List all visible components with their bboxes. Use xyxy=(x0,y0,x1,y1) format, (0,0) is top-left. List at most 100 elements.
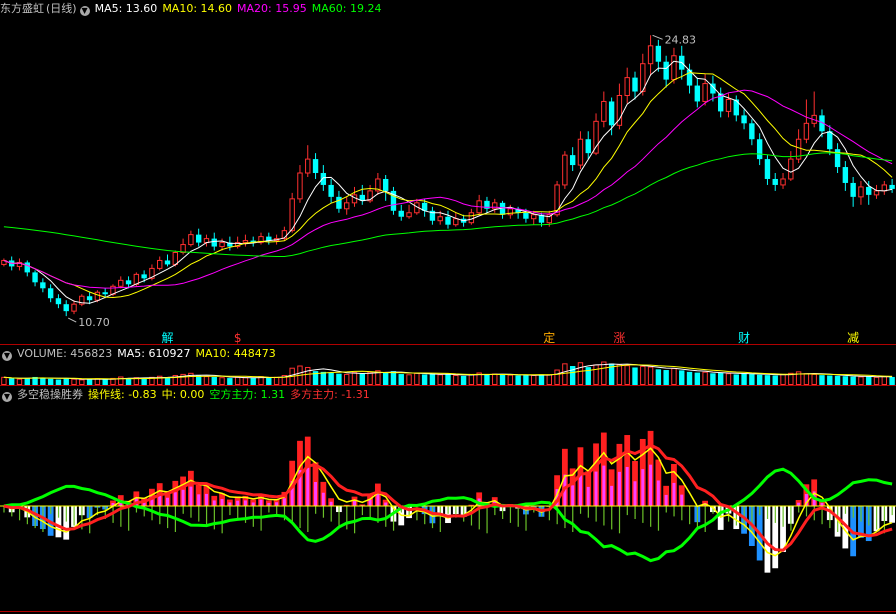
chevron-down-icon[interactable]: ▼ xyxy=(2,392,12,402)
baseline-tick xyxy=(657,506,660,531)
baseline-tick xyxy=(57,506,60,518)
baseline-tick xyxy=(198,506,200,522)
baseline-tick xyxy=(883,506,886,534)
volume-bar xyxy=(40,377,46,385)
volume-bar xyxy=(842,376,849,385)
event-marker: 定 xyxy=(543,330,555,345)
volume-bar xyxy=(273,376,280,386)
candle-body xyxy=(655,45,662,62)
volume-bar xyxy=(858,376,864,386)
baseline-tick xyxy=(392,506,395,531)
candle-body xyxy=(195,234,202,243)
volume-bar xyxy=(1,376,7,386)
baseline-tick xyxy=(611,506,613,530)
volume-bar xyxy=(819,375,825,385)
baseline-tick xyxy=(205,506,208,526)
ma20-line xyxy=(3,89,893,289)
bull-inner-bar xyxy=(586,486,590,506)
baseline-tick xyxy=(634,506,636,519)
baseline-tick xyxy=(665,506,667,513)
volume-bar xyxy=(671,368,677,386)
baseline-tick xyxy=(229,506,231,516)
baseline-tick xyxy=(673,506,675,517)
volume-bar xyxy=(367,371,373,386)
volume-header: ▼ VOLUME: 456823 MA5: 610927 MA10: 448473 xyxy=(0,346,281,362)
baseline-tick xyxy=(852,506,854,518)
period-label: (日线) xyxy=(46,2,77,15)
volume-bar xyxy=(647,366,654,386)
ma10-line xyxy=(3,72,893,299)
event-marker: $ xyxy=(234,331,242,345)
volume-bar xyxy=(515,375,521,385)
candle-body xyxy=(624,77,630,97)
ma60-line xyxy=(3,152,893,257)
baseline-tick xyxy=(790,506,792,531)
volume-bar xyxy=(850,376,856,385)
baseline-tick xyxy=(307,506,309,532)
bull-inner-bar xyxy=(166,497,170,506)
event-marker: 财 xyxy=(738,331,750,345)
volume-bar xyxy=(164,377,171,385)
event-marker: 涨 xyxy=(613,330,625,345)
candle-body xyxy=(211,238,217,247)
volume-bar xyxy=(382,372,389,385)
volume-bar xyxy=(640,365,646,385)
candle-body xyxy=(219,242,225,248)
indicator-header: ▼ 多空稳操胜券 操作线: -0.83 中: 0.00 空方主力: 1.31 多方主力: … xyxy=(0,387,375,403)
volume-bar xyxy=(577,362,584,386)
volume-bar xyxy=(203,376,210,386)
baseline-tick xyxy=(595,506,597,522)
volume-bar xyxy=(663,370,669,385)
volume-bar xyxy=(211,376,217,385)
volume-bar xyxy=(266,377,272,385)
volume-ma10-label: MA10: 448473 xyxy=(195,347,276,360)
baseline-tick xyxy=(798,506,800,513)
candle-body xyxy=(632,77,638,92)
baseline-tick xyxy=(782,506,784,527)
candle-body xyxy=(858,186,864,198)
candle-body xyxy=(702,83,708,102)
baseline-tick xyxy=(650,506,652,527)
candle-body xyxy=(468,212,475,224)
volume-bar xyxy=(834,375,841,385)
baseline-tick xyxy=(221,506,223,534)
candle-body xyxy=(585,139,591,154)
volume-bar xyxy=(453,375,459,385)
baseline-tick xyxy=(844,506,847,514)
candle-body xyxy=(172,252,178,265)
volume-bar xyxy=(756,374,763,385)
candle-body xyxy=(671,55,677,81)
bull-inner-bar xyxy=(353,500,357,506)
bull-inner-bar xyxy=(197,494,201,506)
chevron-down-icon[interactable]: ▼ xyxy=(2,351,12,361)
volume-bar xyxy=(827,375,833,385)
volume-bar xyxy=(94,378,101,385)
low-price-label: 10.70 xyxy=(78,316,110,329)
high-price-label: 24.83 xyxy=(665,33,697,46)
volume-bar xyxy=(344,373,350,385)
volume-bar xyxy=(484,374,490,385)
volume-bar xyxy=(71,378,77,385)
baseline-tick xyxy=(626,506,628,516)
candle-body xyxy=(445,216,451,225)
volume-bar xyxy=(414,372,420,386)
volume-bar xyxy=(601,361,607,385)
volume-bar xyxy=(546,374,552,385)
volume-ma5-label: MA5: 610927 xyxy=(117,347,191,360)
baseline-tick xyxy=(182,506,184,514)
volume-bar xyxy=(554,369,560,385)
candle-body xyxy=(749,123,755,140)
candle-body xyxy=(562,154,568,186)
bull-inner-bar xyxy=(228,502,232,506)
bull-inner-bar xyxy=(368,499,372,506)
baseline-tick xyxy=(338,506,340,526)
volume-bar xyxy=(227,378,233,385)
baseline-tick xyxy=(431,506,434,529)
chevron-down-icon[interactable]: ▼ xyxy=(79,6,90,16)
baseline-tick xyxy=(213,506,215,530)
volume-bar xyxy=(24,378,30,385)
bull-inner-bar xyxy=(641,469,645,506)
volume-bar xyxy=(523,375,529,385)
chart-canvas: 24.83 10.70 解 $ 定 涨 财 减 xyxy=(0,33,896,612)
candle-body xyxy=(531,214,537,220)
